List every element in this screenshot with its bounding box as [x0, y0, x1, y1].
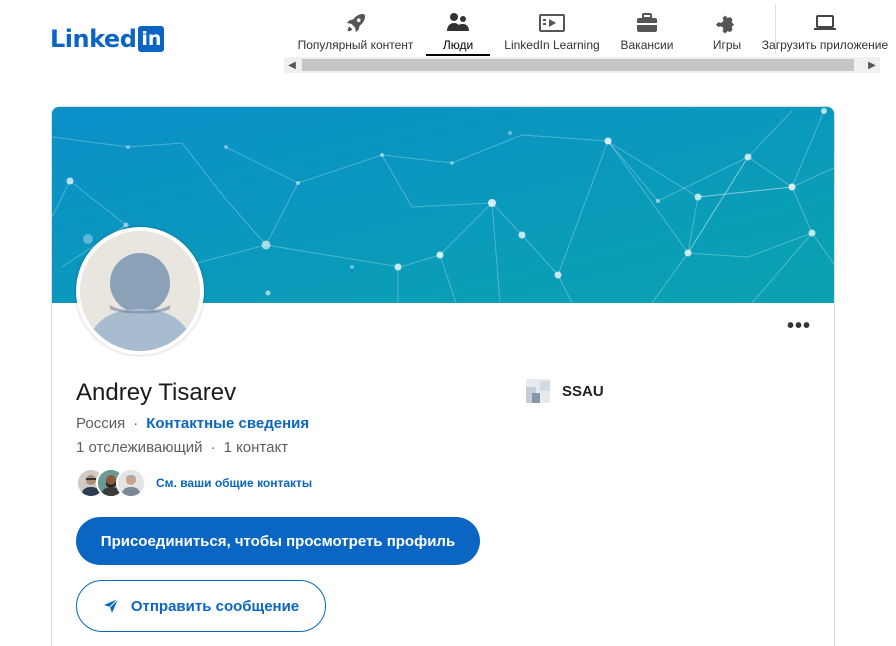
linkedin-logo[interactable]: Linked in [50, 25, 165, 53]
nav-item-jobs[interactable]: Вакансии [612, 0, 682, 56]
send-message-button[interactable]: Отправить сообщение [76, 580, 326, 632]
people-icon [445, 10, 471, 36]
connections-count: 1 контакт [223, 439, 289, 456]
puzzle-icon [714, 10, 740, 36]
nav-item-learning[interactable]: LinkedIn Learning [500, 0, 604, 56]
nav-label: LinkedIn Learning [504, 38, 600, 52]
stats-line: 1 отслеживающий · 1 контакт [76, 439, 288, 456]
mutual-connections[interactable]: См. ваши общие контакты [76, 467, 312, 499]
nav-label: Популярный контент [297, 38, 414, 52]
nav-label: Загрузить приложение [761, 38, 889, 52]
rocket-icon [343, 10, 369, 36]
nav-item-get-app[interactable]: Загрузить приложение [760, 0, 890, 56]
avatar-placeholder-icon [80, 231, 200, 351]
mutual-connections-link[interactable]: См. ваши общие контакты [156, 476, 312, 490]
contact-info-link[interactable]: Контактные сведения [146, 415, 309, 432]
logo-in-box: in [138, 26, 165, 52]
school-name: SSAU [562, 382, 604, 400]
nav-item-people[interactable]: Люди [426, 0, 490, 56]
laptop-icon [812, 10, 838, 36]
location-line: Россия · Контактные сведения [76, 415, 309, 432]
nav-item-popular[interactable]: Популярный контент [288, 0, 423, 56]
scroll-left-icon[interactable]: ◀ [284, 57, 300, 73]
nav-label: Вакансии [620, 38, 674, 52]
top-nav: Популярный контент Люди LinkedIn Learnin… [286, 0, 896, 58]
send-message-label: Отправить сообщение [130, 597, 300, 615]
logo-wordmark: Linked [50, 25, 137, 53]
avatar[interactable] [76, 227, 204, 355]
school-logo-icon [526, 379, 550, 403]
briefcase-icon [634, 10, 660, 36]
separator-dot: · [133, 415, 139, 432]
nav-item-games[interactable]: Игры [698, 0, 756, 56]
more-options-icon[interactable]: ••• [786, 316, 812, 336]
nav-label: Люди [442, 38, 474, 52]
learning-video-icon [539, 10, 565, 36]
join-to-view-profile-button[interactable]: Присоединиться, чтобы просмотреть профил… [76, 517, 480, 565]
send-icon [103, 598, 119, 614]
scrollbar-thumb[interactable] [302, 59, 854, 71]
scroll-right-icon[interactable]: ▶ [864, 57, 880, 73]
education-entry[interactable]: SSAU [526, 379, 604, 403]
mutual-avatars [76, 467, 148, 499]
profile-name: Andrey Tisarev [76, 379, 237, 406]
separator-dot: · [210, 439, 216, 456]
followers-count: 1 отслеживающий [76, 439, 203, 456]
nav-label: Игры [712, 38, 742, 52]
location: Россия [76, 415, 126, 432]
mutual-avatar [116, 468, 146, 498]
profile-card: ••• Andrey Tisarev Россия · Контактные с… [51, 106, 835, 646]
nav-scrollbar[interactable]: ◀ ▶ [284, 57, 880, 73]
